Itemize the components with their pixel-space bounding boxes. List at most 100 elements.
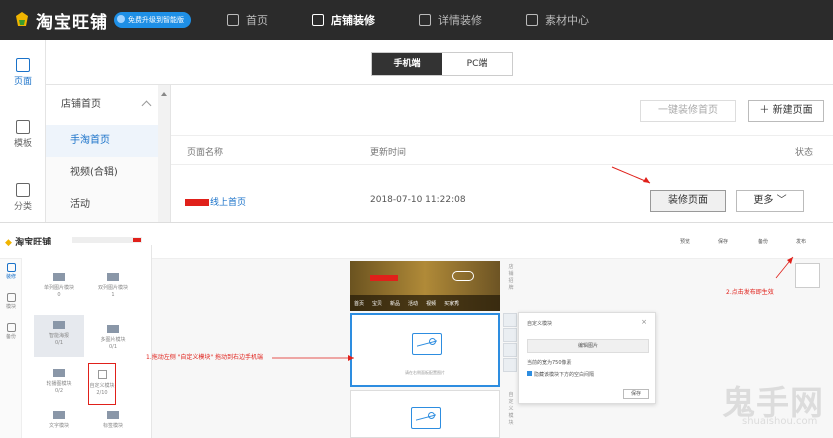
editor-rail-backup[interactable]: 备份: [3, 323, 19, 340]
edit-image-label: 编辑图片: [577, 343, 598, 349]
module-icon: [53, 273, 65, 281]
module-name: 轮播图模块: [46, 381, 72, 387]
phone-nav-new[interactable]: 新品: [390, 300, 400, 307]
subnav-group-store-home[interactable]: 店铺首页: [46, 85, 170, 125]
subnav-item-video[interactable]: 视频(合辑): [46, 157, 170, 189]
module-double-image[interactable]: 双列图片模块 1: [88, 273, 138, 299]
subnav-group-label: 店铺首页: [61, 99, 101, 110]
page-list-panel: 一键装修首页 ＋ 新建页面 页面名称 更新时间 状态 线上首页 2018-07-…: [171, 85, 833, 222]
hide-spacing-option[interactable]: 隐藏该模块下方的空白间隔: [527, 371, 594, 378]
publish-button[interactable]: 发布: [796, 238, 806, 245]
module-icon: [53, 369, 65, 377]
phone-nav-home[interactable]: 首页: [354, 300, 364, 307]
new-page-button[interactable]: ＋ 新建页面: [748, 100, 824, 122]
module-smart-poster[interactable]: 智能海报 0/1: [34, 315, 84, 357]
module-name: 多图片模块: [100, 337, 126, 343]
module-count: 0/1: [108, 344, 118, 350]
follow-badge[interactable]: [452, 271, 474, 281]
chevron-down-icon: ﹀: [776, 195, 787, 206]
arrow-publish: [775, 256, 794, 279]
preview-button[interactable]: 预览: [680, 238, 690, 245]
decorate-page-button[interactable]: 装修页面: [650, 190, 726, 212]
custom-module-block[interactable]: 请在右侧面板配置图片: [350, 313, 500, 387]
canvas-settings-button[interactable]: [795, 263, 820, 288]
rail-pages[interactable]: 页面: [0, 58, 46, 87]
editor-rail-modules[interactable]: 模块: [3, 293, 19, 310]
nav-store-decoration[interactable]: 店铺装修: [312, 12, 375, 28]
module-carousel[interactable]: 轮播图模块 0/2: [34, 369, 84, 395]
detail-icon: [419, 14, 431, 26]
nav-detail-decoration[interactable]: 详情装修: [419, 12, 482, 28]
editor-rail: 装修 模块 备份: [0, 259, 22, 438]
more-label: 更多: [753, 195, 774, 206]
rail-label: 分类: [13, 202, 32, 212]
close-icon[interactable]: ×: [641, 318, 647, 326]
edit-image-button[interactable]: 编辑图片: [527, 339, 649, 353]
device-tabs-bar: 手机端 PC端: [46, 40, 833, 85]
more-button[interactable]: 更多 ﹀: [736, 190, 804, 212]
module-text[interactable]: 文字模块: [34, 411, 84, 430]
module-custom[interactable]: 自定义模块 2/10: [88, 363, 116, 405]
phone-nav-buyer-show[interactable]: 买家秀: [444, 300, 459, 307]
module-count: 0: [57, 292, 61, 298]
custom-module-popup: 自定义模块 × 编辑图片 当前的宽为750像素 隐藏该模块下方的空白间隔 保存: [518, 312, 656, 404]
device-switch: 手机端 PC端: [371, 52, 513, 76]
rail-templates[interactable]: 模板: [0, 120, 46, 149]
save-button[interactable]: 保存: [718, 238, 728, 245]
image-placeholder-icon: [412, 333, 442, 355]
size-note: 当前的宽为750像素: [527, 360, 572, 366]
phone-nav-items[interactable]: 宝贝: [372, 300, 382, 307]
module-icon: [107, 411, 119, 419]
logo[interactable]: 淘宝旺铺 免费升级到智能版: [14, 8, 191, 33]
redacted-mark: [133, 238, 141, 242]
nav-home[interactable]: 首页: [227, 12, 268, 28]
subnav-item-activity[interactable]: 活动: [46, 189, 170, 221]
one-click-decorate-button[interactable]: 一键装修首页: [640, 100, 736, 122]
subnav-scrollbar[interactable]: [158, 85, 170, 222]
side-label-custom: 自定义模块: [508, 392, 514, 426]
editor-rail-label: 装修: [5, 274, 16, 280]
page-name-link[interactable]: 线上首页: [185, 195, 246, 208]
redacted-mark: [185, 199, 209, 206]
custom-module-block[interactable]: [350, 390, 500, 438]
top-nav: 首页 店铺装修 详情装修 素材中心: [227, 12, 633, 28]
left-rail: 页面 模板 分类: [0, 40, 46, 222]
module-icon: [6, 293, 16, 302]
phone-nav: 首页 宝贝 新品 活动 视频 买家秀: [350, 295, 500, 311]
module-name: 文字模块: [48, 423, 69, 429]
phone-nav-video[interactable]: 视频: [426, 300, 436, 307]
move-down-tool[interactable]: [503, 343, 517, 357]
side-label-signboard: 店铺招牌: [508, 264, 514, 291]
checkbox-icon[interactable]: [527, 371, 532, 376]
nav-material-center[interactable]: 素材中心: [526, 12, 589, 28]
popup-save-label: 保存: [630, 391, 641, 397]
upgrade-badge[interactable]: 免费升级到智能版: [114, 12, 191, 28]
module-multi-image[interactable]: 多图片模块 0/1: [88, 325, 138, 351]
rail-categories[interactable]: 分类: [0, 183, 46, 212]
editor-breadcrumb: [72, 237, 142, 243]
arrow-drag: [272, 355, 354, 361]
editor-rail-decorate[interactable]: 装修: [3, 263, 19, 280]
module-single-image[interactable]: 单列图片模块 0: [34, 273, 84, 299]
module-tag[interactable]: 标签模块: [88, 411, 138, 430]
nav-label: 详情装修: [438, 14, 482, 27]
settings-tool[interactable]: [503, 313, 517, 327]
tab-pc[interactable]: PC端: [442, 53, 512, 75]
annotation-step1: 1.拖动左侧 "自定义模块" 拖动到右边手机端: [146, 354, 264, 361]
move-up-tool[interactable]: [503, 328, 517, 342]
redacted-mark: [370, 275, 398, 281]
module-icon: [107, 325, 119, 333]
watermark-url: shuaishou.com: [742, 416, 818, 427]
subnav-item-mobile-home[interactable]: 手淘首页: [46, 125, 170, 157]
tab-mobile[interactable]: 手机端: [372, 53, 442, 75]
nav-label: 素材中心: [545, 14, 589, 27]
table-header: 页面名称 更新时间 状态: [171, 135, 833, 165]
template-icon: [16, 120, 30, 134]
backup-button[interactable]: 备份: [758, 238, 768, 245]
module-name: 双列图片模块: [97, 285, 128, 291]
module-icon: [97, 370, 107, 379]
hide-spacing-label: 隐藏该模块下方的空白间隔: [534, 372, 595, 378]
phone-nav-activity[interactable]: 活动: [408, 300, 418, 307]
delete-tool[interactable]: [503, 358, 517, 372]
popup-save-button[interactable]: 保存: [623, 389, 649, 399]
